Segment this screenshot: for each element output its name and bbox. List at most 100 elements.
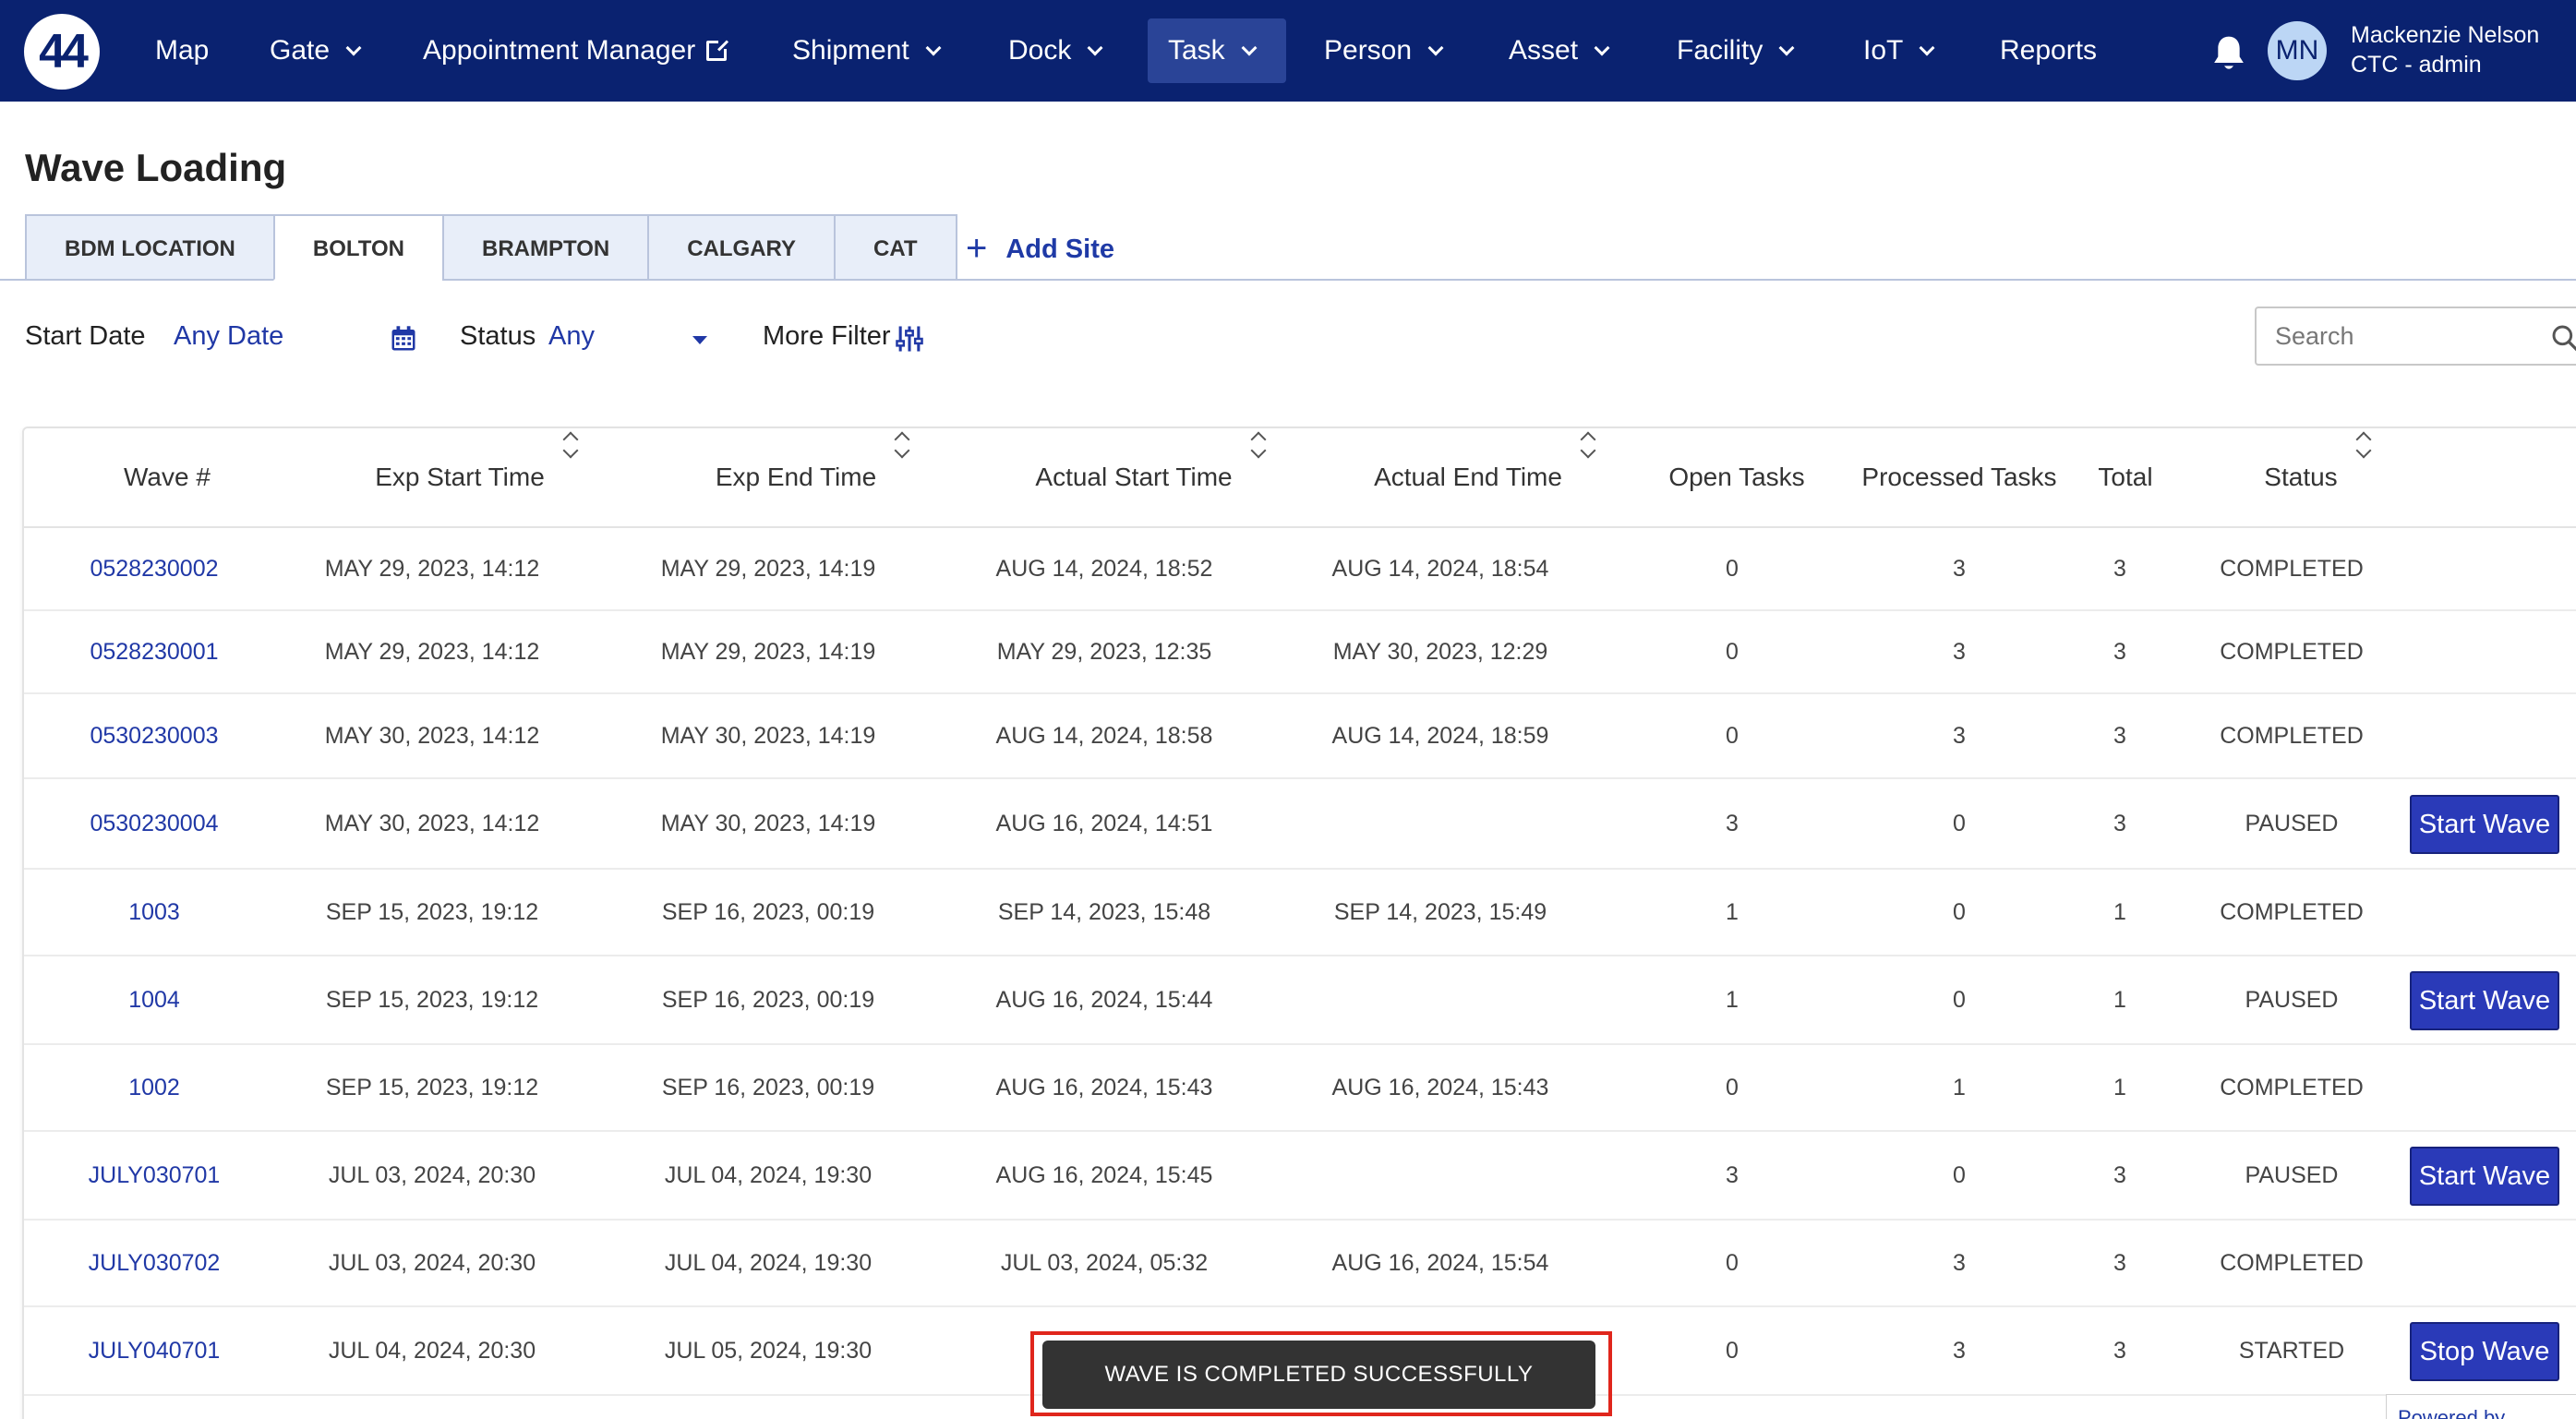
add-site-button[interactable]: + Add Site [966, 225, 1114, 269]
actual-end-time-cell: MAY 30, 2023, 12:29 [1332, 638, 1548, 665]
nav-item-dock[interactable]: Dock [988, 18, 1121, 83]
tab-calgary[interactable]: CALGARY [647, 214, 834, 281]
nav-item-facility[interactable]: Facility [1656, 18, 1812, 83]
chevron-down-icon [1919, 40, 1935, 56]
actual-end-time-cell: AUG 14, 2024, 18:54 [1331, 555, 1549, 582]
wave-number-link[interactable]: JULY030702 [24, 1221, 284, 1305]
exp-end-time-cell: SEP 16, 2023, 00:19 [661, 898, 875, 925]
exp-end-time-cell: SEP 16, 2023, 00:19 [661, 986, 875, 1013]
user-name[interactable]: Mackenzie Nelson [2351, 22, 2539, 49]
column-header-actual-start[interactable]: Actual Start Time [975, 428, 1326, 526]
user-role: CTC - admin [2351, 52, 2482, 78]
status-cell: COMPLETED [2220, 638, 2364, 665]
actual-end-time-cell [1265, 956, 1616, 1043]
processed-tasks-cell: 3 [1953, 555, 1966, 582]
sort-icon[interactable] [1581, 432, 1595, 458]
search-input[interactable] [2275, 318, 2515, 355]
sort-icon[interactable] [563, 432, 578, 458]
processed-tasks-cell: 0 [1953, 810, 1966, 836]
wave-number-link[interactable]: JULY030701 [24, 1132, 284, 1219]
status-cell: COMPLETED [2220, 1249, 2364, 1276]
open-tasks-cell: 0 [1726, 638, 1739, 665]
open-tasks-cell: 0 [1726, 722, 1739, 749]
caret-down-icon[interactable] [692, 336, 707, 344]
nav-item-person[interactable]: Person [1304, 18, 1462, 83]
status-cell: COMPLETED [2220, 898, 2364, 925]
status-filter-select[interactable]: Any [548, 321, 595, 352]
calendar-icon[interactable] [390, 325, 417, 353]
exp-end-time-cell: JUL 05, 2024, 19:30 [664, 1337, 873, 1364]
exp-start-time-cell: JUL 03, 2024, 20:30 [328, 1249, 536, 1276]
tab-brampton[interactable]: BRAMPTON [441, 214, 648, 281]
status-filter-label: Status [460, 321, 536, 351]
tab-cat[interactable]: CAT [834, 214, 957, 281]
nav-item-asset[interactable]: Asset [1488, 18, 1628, 83]
start-wave-button[interactable]: Start Wave [2410, 795, 2559, 854]
avatar[interactable]: MN [2268, 21, 2327, 80]
open-tasks-cell: 3 [1726, 1161, 1739, 1188]
wave-number-link[interactable]: JULY040701 [24, 1307, 284, 1394]
status-cell: STARTED [2238, 1337, 2345, 1364]
start-wave-button[interactable]: Start Wave [2410, 971, 2559, 1030]
wave-number-link[interactable]: 0530230003 [24, 694, 284, 777]
nav-item-task[interactable]: Task [1148, 18, 1286, 83]
column-header-actual-end[interactable]: Actual End Time [1309, 428, 1660, 526]
table-row: 1004 SEP 15, 2023, 19:12 SEP 16, 2023, 00:… [24, 956, 2576, 1045]
column-header-label: Open Tasks [1668, 463, 1805, 491]
open-tasks-cell: 3 [1726, 810, 1739, 836]
more-filter-button[interactable]: More Filter [763, 321, 891, 352]
column-header-exp-start[interactable]: Exp Start Time [301, 428, 652, 526]
nav-item-reports[interactable]: Reports [1980, 18, 2117, 83]
status-cell: COMPLETED [2220, 722, 2364, 749]
column-header-label: Exp Start Time [375, 463, 545, 491]
start-date-value[interactable]: Any Date [174, 321, 283, 352]
sort-icon[interactable] [2356, 432, 2371, 458]
stop-wave-button[interactable]: Stop Wave [2410, 1322, 2559, 1381]
wave-number-link[interactable]: 1003 [24, 870, 284, 955]
wave-number-link[interactable]: 0530230004 [24, 779, 284, 868]
wave-number-link[interactable]: 1004 [24, 956, 284, 1043]
column-header-exp-end[interactable]: Exp End Time [637, 428, 988, 526]
wave-number-link[interactable]: 0528230002 [24, 528, 284, 609]
table-row: 0530230004 MAY 30, 2023, 14:12 MAY 30, 202… [24, 779, 2576, 870]
search-icon[interactable] [2550, 323, 2576, 353]
app-logo[interactable]: 44 [24, 14, 100, 90]
exp-start-time-cell: JUL 04, 2024, 20:30 [328, 1337, 536, 1364]
processed-tasks-cell: 3 [1953, 1337, 1966, 1364]
nav-item-gate[interactable]: Gate [249, 18, 379, 83]
search-box [2255, 307, 2576, 366]
column-header-label: Processed Tasks [1861, 463, 2057, 491]
start-wave-button[interactable]: Start Wave [2410, 1147, 2559, 1206]
nav-item-label: Reports [2000, 35, 2098, 66]
nav-item-label: Person [1324, 35, 1413, 66]
chevron-down-icon [1427, 40, 1444, 56]
exp-end-time-cell: MAY 29, 2023, 14:19 [660, 638, 876, 665]
nav-item-map[interactable]: Map [135, 18, 229, 83]
wave-number-link[interactable]: 0528230001 [24, 611, 284, 692]
sliders-icon[interactable] [896, 324, 923, 354]
exp-end-time-cell: MAY 30, 2023, 14:19 [660, 810, 876, 836]
nav-item-label: Appointment Manager [423, 35, 696, 66]
exp-end-time-cell: JUL 04, 2024, 19:30 [664, 1249, 873, 1276]
wave-number-link[interactable]: 1002 [24, 1045, 284, 1130]
column-header-label: Wave # [124, 463, 211, 491]
notification-bell-icon[interactable] [2210, 33, 2247, 74]
open-tasks-cell: 1 [1726, 898, 1739, 925]
site-tabs: BDM LOCATION BOLTON BRAMPTON CALGARY CAT [25, 214, 957, 281]
sort-icon[interactable] [1251, 432, 1266, 458]
column-header-status[interactable]: Status [2179, 428, 2456, 526]
actual-start-time-cell: AUG 14, 2024, 18:58 [995, 722, 1213, 749]
nav-item-appointment-manager[interactable]: Appointment Manager [403, 18, 747, 83]
nav-item-iot[interactable]: IoT [1843, 18, 1953, 83]
powered-by-badge[interactable]: Powered by [2386, 1394, 2576, 1419]
tab-bdm-location[interactable]: BDM LOCATION [25, 214, 273, 281]
table-row: 0530230003 MAY 30, 2023, 14:12 MAY 30, 202… [24, 694, 2576, 779]
table-row: JULY030701 JUL 03, 2024, 20:30 JUL 04, 202… [24, 1132, 2576, 1221]
sort-icon[interactable] [895, 432, 909, 458]
table-row: 0528230002 MAY 29, 2023, 14:12 MAY 29, 202… [24, 528, 2576, 611]
plus-icon: + [966, 228, 988, 269]
nav-item-shipment[interactable]: Shipment [772, 18, 959, 83]
chevron-down-icon [925, 40, 942, 56]
status-cell: COMPLETED [2220, 555, 2364, 582]
tab-bolton[interactable]: BOLTON [272, 214, 442, 281]
